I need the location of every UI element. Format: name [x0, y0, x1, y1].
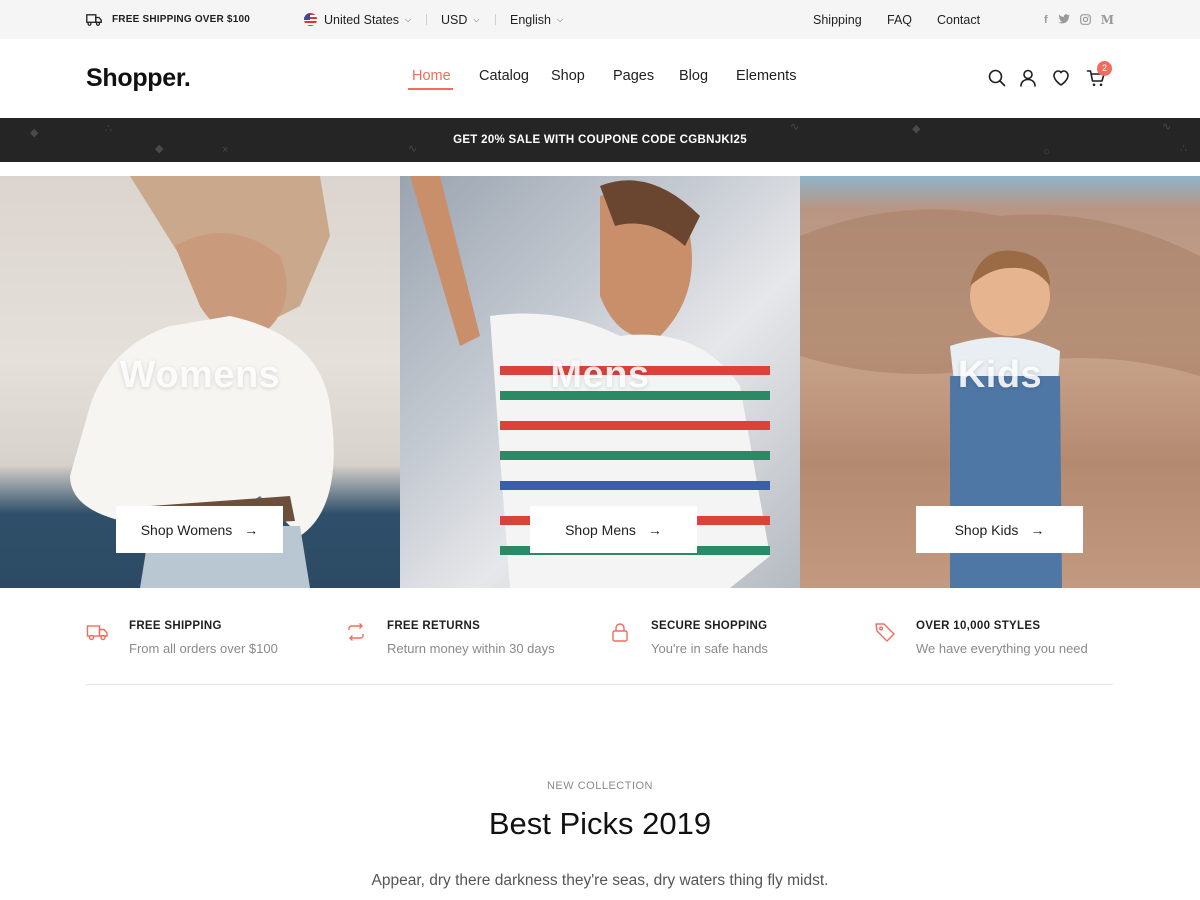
- collection-description: Appear, dry there darkness they're seas,…: [371, 872, 829, 889]
- country-select[interactable]: United States ⌵: [304, 0, 411, 39]
- section-divider: [86, 684, 1113, 685]
- repeat-icon: [348, 623, 364, 641]
- medium-icon[interactable]: M: [1101, 13, 1114, 27]
- collection-title: Best Picks 2019: [488, 806, 712, 841]
- feature-title: OVER 10,000 STYLES: [916, 620, 1041, 632]
- cart-count-badge: 2: [1097, 61, 1112, 76]
- nav-item-elements[interactable]: Elements: [736, 68, 796, 84]
- feature-subtitle: You're in safe hands: [651, 641, 768, 656]
- feature-title: FREE RETURNS: [387, 620, 481, 632]
- shop-kids-button[interactable]: Shop Kids →: [916, 506, 1083, 553]
- search-icon[interactable]: [987, 68, 1007, 88]
- arrow-right-icon: →: [244, 521, 259, 538]
- chevron-down-icon: ⌵: [473, 14, 480, 24]
- feature-subtitle: From all orders over $100: [129, 641, 278, 656]
- nav-item-home[interactable]: Home: [412, 68, 451, 84]
- country-value: United States: [324, 12, 400, 27]
- shop-mens-button[interactable]: Shop Mens →: [530, 506, 697, 553]
- hero-panel-mens[interactable]: Mens Shop Mens →: [400, 176, 800, 588]
- divider: [495, 14, 496, 25]
- topbar-link-label: Shipping: [813, 12, 862, 27]
- heart-icon[interactable]: [1051, 68, 1071, 88]
- hero-title-kids: Kids: [957, 354, 1043, 396]
- topbar-link-label: FAQ: [887, 12, 913, 27]
- feature-title: SECURE SHOPPING: [651, 620, 768, 632]
- hero-panel-kids[interactable]: Kids Shop Kids →: [800, 176, 1200, 588]
- main-header: Shopper. Home Catalog Shop Pages Blog El…: [0, 39, 1200, 118]
- lock-icon: [612, 623, 628, 642]
- instagram-icon[interactable]: [1079, 14, 1091, 25]
- topbar-link-shipping[interactable]: Shipping: [813, 0, 862, 39]
- currency-value: USD: [441, 12, 468, 27]
- facebook-icon[interactable]: f: [1044, 14, 1048, 26]
- feature-title: FREE SHIPPING: [129, 620, 222, 632]
- user-icon[interactable]: [1018, 68, 1038, 88]
- top-bar: FREE SHIPPING OVER $100 United States ⌵ …: [0, 0, 1200, 39]
- language-value: English: [510, 12, 551, 27]
- divider: [426, 14, 427, 25]
- hero-title-womens: Womens: [119, 354, 281, 396]
- feature-subtitle: Return money within 30 days: [387, 641, 555, 656]
- shop-womens-button[interactable]: Shop Womens →: [116, 506, 283, 553]
- social-links: f M: [1044, 0, 1114, 39]
- collection-eyebrow: NEW COLLECTION: [546, 780, 653, 792]
- promo-banner: ◆ ∴ ◆ × ∿ ∿ ◆ ○ ∿ ∴ GET 20% SALE WITH CO…: [0, 118, 1200, 162]
- nav-item-blog[interactable]: Blog: [679, 68, 708, 84]
- tag-icon: [875, 623, 895, 642]
- truck-icon: [86, 13, 102, 26]
- arrow-right-icon: →: [647, 521, 662, 538]
- truck-icon: [86, 625, 108, 641]
- chevron-down-icon: ⌵: [557, 14, 564, 24]
- topbar-link-faq[interactable]: FAQ: [887, 0, 912, 39]
- button-label: Shop Womens: [140, 521, 233, 538]
- hero-title-mens: Mens: [550, 354, 650, 396]
- language-select[interactable]: English ⌵: [510, 0, 563, 39]
- twitter-icon[interactable]: [1058, 14, 1070, 25]
- shipping-notice-text: FREE SHIPPING OVER $100: [112, 14, 250, 25]
- arrow-right-icon: →: [1030, 521, 1045, 538]
- nav-item-catalog[interactable]: Catalog: [479, 68, 529, 84]
- chevron-down-icon: ⌵: [405, 14, 412, 24]
- shipping-notice: FREE SHIPPING OVER $100: [86, 0, 250, 39]
- button-label: Shop Mens: [565, 521, 636, 538]
- topbar-link-contact[interactable]: Contact: [937, 0, 980, 39]
- currency-select[interactable]: USD ⌵: [441, 0, 479, 39]
- hero-panel-womens[interactable]: Womens Shop Womens →: [0, 176, 400, 588]
- button-label: Shop Kids: [954, 521, 1019, 538]
- promo-text: GET 20% SALE WITH COUPONE CODE CGBNJKI25: [453, 134, 747, 146]
- nav-item-pages[interactable]: Pages: [613, 68, 654, 84]
- us-flag-icon: [304, 13, 317, 26]
- site-logo[interactable]: Shopper.: [86, 64, 191, 93]
- nav-item-shop[interactable]: Shop: [551, 68, 585, 84]
- topbar-link-label: Contact: [937, 12, 981, 27]
- feature-subtitle: We have everything you need: [916, 641, 1088, 656]
- nav-active-underline: [408, 88, 453, 90]
